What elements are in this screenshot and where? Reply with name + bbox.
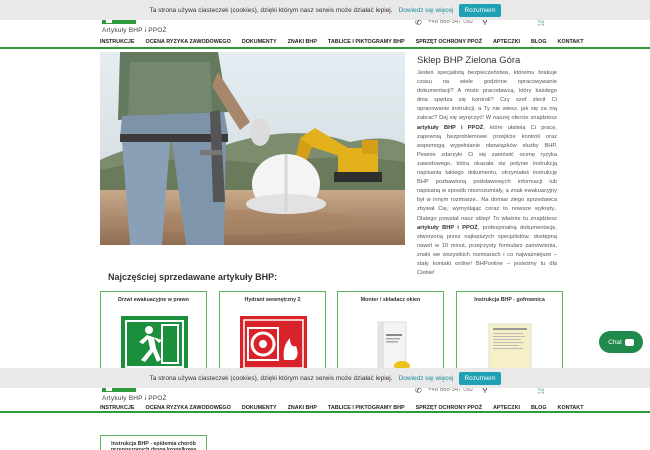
nav-item-znaki-bhp[interactable]: ZNAKI BHP [288,39,317,45]
shop-text-3: , profesjonalną dokumentację, stworzoną … [417,224,558,277]
nav-item-sprzet-ppoz[interactable]: SPRZĘT OCHRONY PPOŻ [416,39,482,45]
nav-item-instrukcje[interactable]: INSTRUKCJE [100,39,134,45]
product-name[interactable]: Instrukcja BHP - epidemia chorób przenos… [101,441,206,450]
shop-description: Jesteś specjalistą bezpieczeństwa, które… [417,69,557,278]
nav-item-kontakt[interactable]: KONTAKT [558,39,584,45]
nav-divider [0,47,650,49]
cookie-text: Ta strona używa ciasteczek (cookies), dz… [149,6,393,14]
main-nav-repeat: INSTRUKCJE OCENA RYZYKA ZAWODOWEGO DOKUM… [0,403,650,415]
product-name[interactable]: Instrukcja BHP - gofrownica [457,297,562,303]
cookie-accept-button[interactable]: Rozumiem [459,3,501,17]
cookie-more-link[interactable]: Dowiedz się więcej [399,7,454,14]
bestsellers-heading: Najczęściej sprzedawane artykuły BHP: [108,272,278,282]
logo-text[interactable]: Artykuły BHP i PPOŻ [102,27,167,34]
shop-bold-1: artykuły BHP i PPOŻ [417,124,484,131]
product-card[interactable]: Drzwi ewakuacyjne w prawo [100,291,207,372]
fire-hydrant-sign-image[interactable] [240,316,307,372]
hero-image [100,52,405,245]
chat-label[interactable]: Chat [608,339,622,346]
cookie-bar: Ta strona używa ciasteczek (cookies), dz… [0,0,650,20]
chat-bubble-icon [624,338,634,346]
nav-item-tablice[interactable]: TABLICE I PIKTOGRAMY BHP [328,39,405,45]
chat-button[interactable]: Chat [599,331,643,353]
cookie-accept-button[interactable]: Rozumiem [459,371,501,385]
nav-item-ocena-ryzyka[interactable]: OCENA RYZYKA ZAWODOWEGO [145,39,230,45]
logo-text[interactable]: Artykuły BHP i PPOŻ [102,395,167,402]
product-card[interactable]: Instrukcja BHP - epidemia chorób przenos… [100,435,207,450]
product-card[interactable]: Instrukcja BHP - gofrownica [456,291,563,372]
nav-item-dokumenty[interactable]: DOKUMENTY [242,39,277,45]
product-name[interactable]: Drzwi ewakuacyjne w prawo [101,297,206,303]
exit-sign-image[interactable] [121,316,188,372]
product-name[interactable]: Hydrant wewnętrzny 2 [220,297,325,303]
nav-divider [0,411,650,413]
cookie-more-link[interactable]: Dowiedz się więcej [399,375,454,382]
cookie-bar-repeat: Ta strona używa ciasteczek (cookies), dz… [0,368,650,388]
shop-text-1: Jesteś specjalistą bezpieczeństwa, które… [417,70,557,122]
nav-item-blog[interactable]: BLOG [531,39,547,45]
product-card[interactable]: Hydrant wewnętrzny 2 [219,291,326,372]
nav-item-apteczki[interactable]: APTECZKI [493,39,520,45]
instruction-document-image[interactable] [477,316,544,372]
shop-text-2: , które ułatwią Ci pracę, zapewnią bezpr… [417,124,557,222]
shop-title: Sklep BHP Zielona Góra [417,55,521,66]
cookie-text: Ta strona używa ciasteczek (cookies), dz… [149,374,393,382]
shop-bold-2: artykuły BHP i PPOŻ [417,224,478,231]
product-name[interactable]: Monter / składacz okien [338,297,443,303]
product-card[interactable]: Monter / składacz okien [337,291,444,372]
document-binder-image[interactable] [358,316,425,372]
